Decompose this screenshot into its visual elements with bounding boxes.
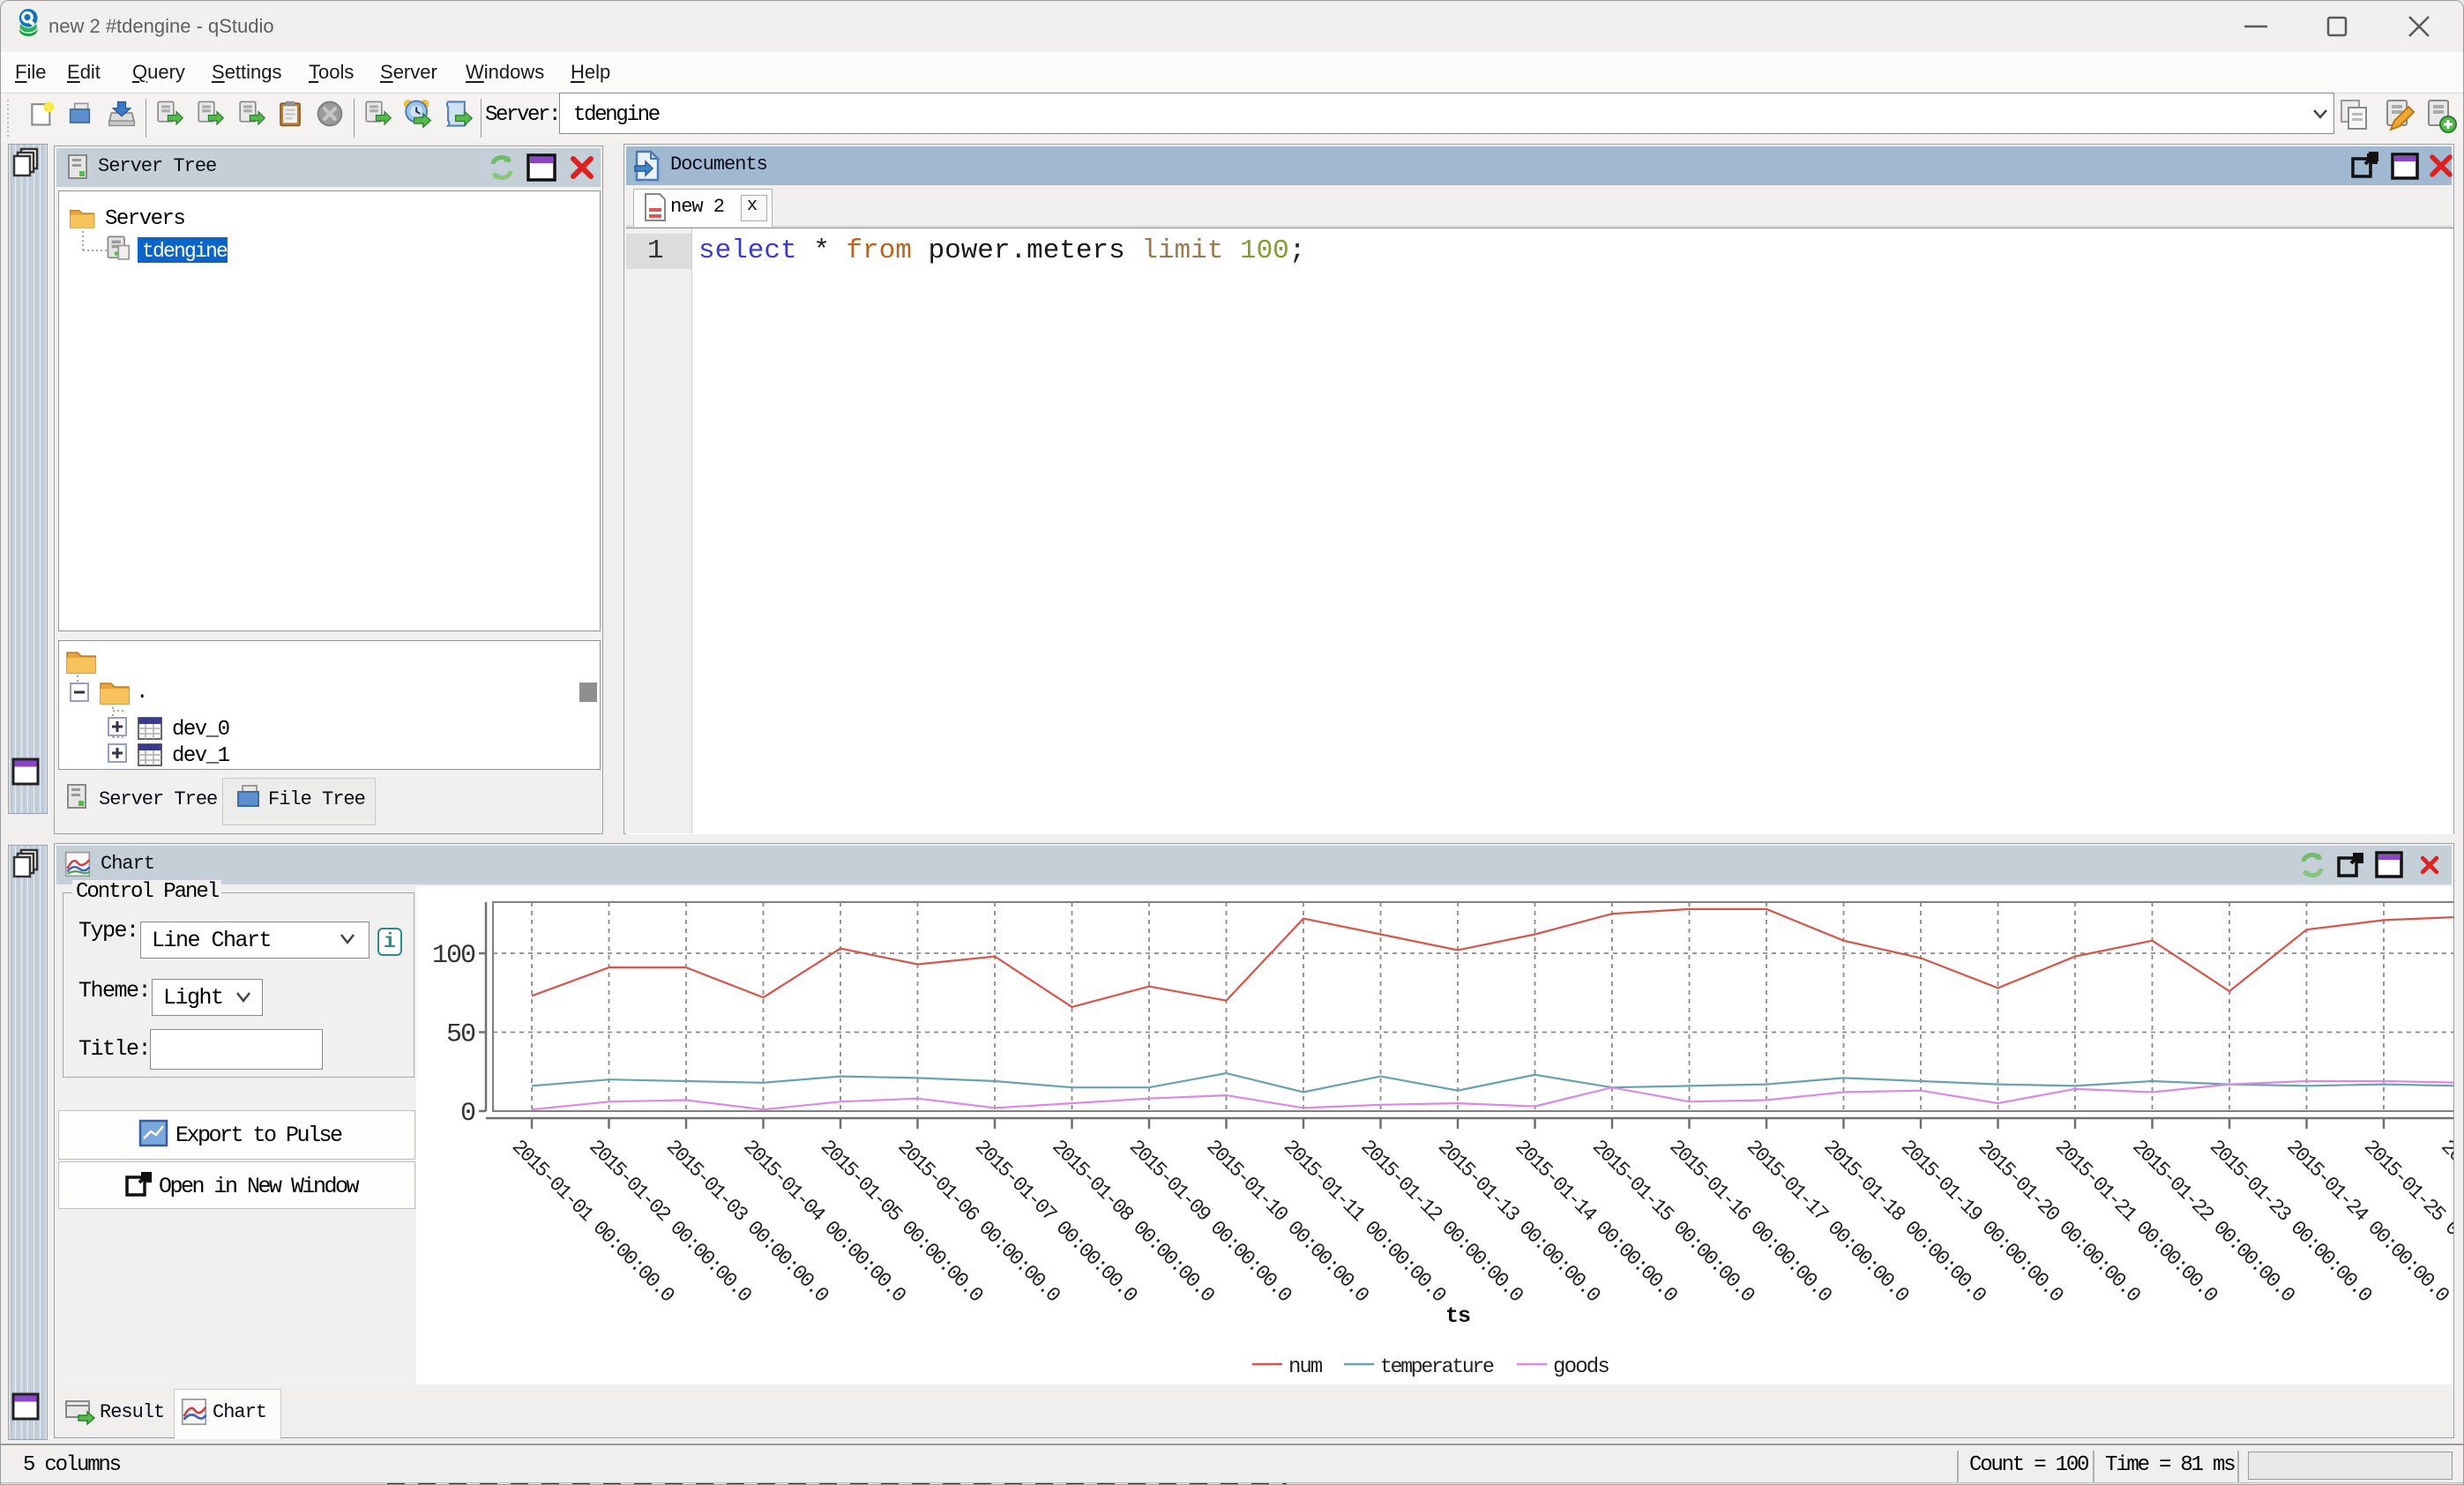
svg-text:ts: ts [1445,1303,1470,1329]
svg-text:goods: goods [1553,1355,1609,1379]
svg-text:0: 0 [460,1099,475,1129]
svg-text:2015-01-01 00:00:00.0: 2015-01-01 00:00:00.0 [507,1136,678,1307]
svg-text:num: num [1288,1355,1323,1379]
svg-text:temperature: temperature [1380,1355,1494,1378]
svg-text:50: 50 [446,1020,475,1050]
svg-text:100: 100 [432,941,475,971]
